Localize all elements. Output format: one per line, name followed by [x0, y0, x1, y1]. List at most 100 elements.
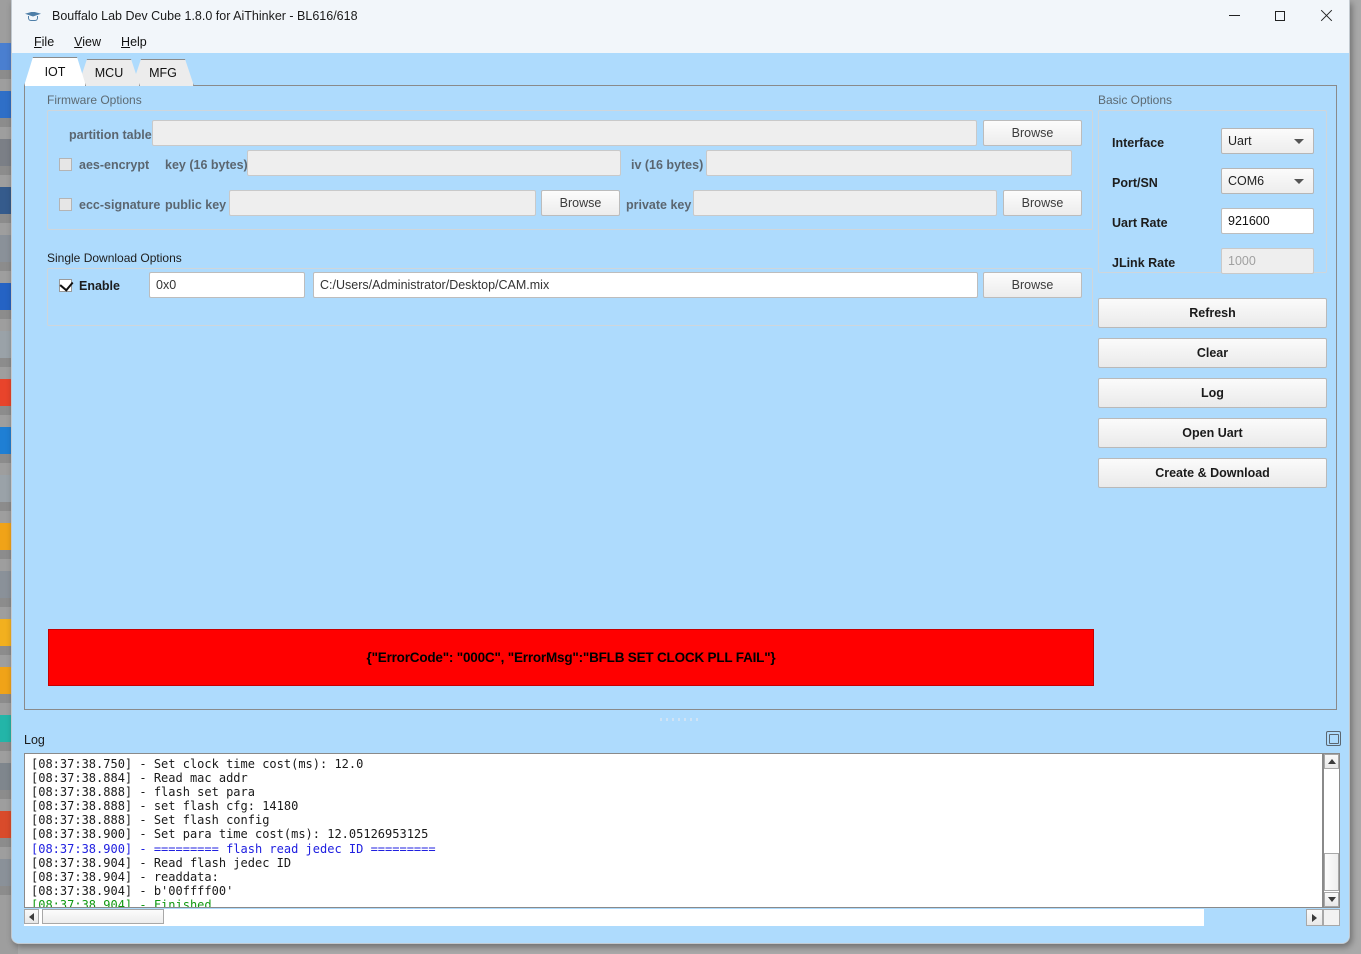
log-line-message: - Read mac addr — [132, 771, 248, 786]
public-key-browse-button[interactable]: Browse — [541, 190, 620, 216]
log-button[interactable]: Log — [1098, 378, 1327, 408]
single-download-file-input[interactable]: C:/Users/Administrator/Desktop/CAM.mix — [313, 272, 978, 298]
close-button[interactable] — [1303, 0, 1349, 31]
log-line: [08:37:38.900] - ========= flash read je… — [31, 842, 1322, 856]
log-line: [08:37:38.888] - flash set para — [31, 785, 1322, 799]
log-line-message: - Finished — [132, 897, 212, 908]
log-line-message: - Read flash jedec ID — [132, 855, 292, 870]
tab-mcu-label: MCU — [94, 66, 124, 80]
tab-mcu[interactable]: MCU — [78, 59, 140, 86]
log-line: [08:37:38.904] - Read flash jedec ID — [31, 856, 1322, 870]
private-key-label: private key — [626, 198, 692, 212]
aes-iv-label: iv (16 bytes) — [631, 158, 704, 172]
scrollbar-corner — [1323, 909, 1340, 926]
partition-table-input[interactable] — [152, 120, 977, 146]
panel-splitter[interactable] — [12, 715, 1349, 724]
single-download-options-label: Single Download Options — [47, 251, 182, 265]
aes-encrypt-checkbox[interactable] — [59, 158, 72, 171]
scroll-left-arrow-icon — [29, 912, 34, 921]
log-line: [08:37:38.904] - Finished — [31, 897, 1322, 908]
single-download-address-input[interactable]: 0x0 — [149, 272, 305, 298]
log-line: [08:37:38.884] - Read mac addr — [31, 771, 1322, 785]
graduation-cap-icon — [24, 7, 42, 25]
log-line-timestamp: [08:37:38.904] — [31, 883, 133, 898]
error-banner: {"ErrorCode": "000C", "ErrorMsg":"BFLB S… — [48, 629, 1094, 686]
log-line-timestamp: [08:37:38.750] — [31, 757, 133, 771]
log-output-text: [08:37:38.750] - Set clock time cost(ms)… — [31, 757, 1322, 908]
single-download-browse-button[interactable]: Browse — [983, 272, 1082, 298]
detach-window-icon[interactable] — [1326, 731, 1341, 746]
error-banner-text: {"ErrorCode": "000C", "ErrorMsg":"BFLB S… — [366, 650, 776, 665]
public-key-input[interactable] — [229, 190, 536, 216]
log-line-message: - ========= flash read jedec ID ========… — [132, 841, 436, 856]
uart-rate-label: Uart Rate — [1112, 216, 1168, 230]
aes-key-input[interactable] — [247, 150, 621, 176]
jlink-rate-label: JLink Rate — [1112, 256, 1176, 270]
single-download-enable-checkbox[interactable] — [59, 277, 74, 292]
log-line-timestamp: [08:37:38.888] — [31, 785, 133, 800]
log-horizontal-scrollbar[interactable] — [24, 909, 1204, 926]
title-bar[interactable]: Bouffalo Lab Dev Cube 1.8.0 for AiThinke… — [12, 0, 1349, 31]
tab-iot[interactable]: IOT — [24, 57, 86, 86]
scroll-down-button[interactable] — [1324, 892, 1339, 907]
port-sn-combo-value: COM6 — [1228, 174, 1265, 188]
uart-rate-input[interactable]: 921600 — [1221, 208, 1314, 234]
log-line-timestamp: [08:37:38.900] — [31, 841, 133, 856]
log-panel-title: Log — [24, 733, 45, 747]
aes-key-label: key (16 bytes) — [165, 158, 248, 172]
log-line: [08:37:38.904] - readdata: — [31, 870, 1322, 884]
open-uart-button[interactable]: Open Uart — [1098, 418, 1327, 448]
scroll-left-button[interactable] — [24, 909, 39, 924]
firmware-options-label: Firmware Options — [47, 93, 142, 107]
partition-table-label: partition table — [69, 128, 152, 142]
scroll-up-button[interactable] — [1324, 754, 1339, 769]
log-line-message: - set flash cfg: 14180 — [132, 799, 299, 814]
create-and-download-button[interactable]: Create & Download — [1098, 458, 1327, 488]
log-line: [08:37:38.888] - set flash cfg: 14180 — [31, 799, 1322, 813]
private-key-browse-button[interactable]: Browse — [1003, 190, 1082, 216]
log-output-area[interactable]: [08:37:38.750] - Set clock time cost(ms)… — [24, 753, 1323, 908]
log-line-message: - b'00ffff00' — [132, 883, 234, 898]
refresh-button[interactable]: Refresh — [1098, 298, 1327, 328]
horizontal-scrollbar-thumb[interactable] — [42, 909, 164, 924]
log-line-message: - flash set para — [132, 785, 255, 800]
interface-combo-value: Uart — [1228, 134, 1252, 148]
private-key-input[interactable] — [693, 190, 997, 216]
log-line: [08:37:38.750] - Set clock time cost(ms)… — [31, 757, 1322, 771]
chevron-down-icon — [1294, 179, 1304, 184]
application-window: Bouffalo Lab Dev Cube 1.8.0 for AiThinke… — [11, 0, 1350, 944]
minimize-button[interactable] — [1211, 0, 1257, 31]
clear-button[interactable]: Clear — [1098, 338, 1327, 368]
maximize-button[interactable] — [1257, 0, 1303, 31]
minimize-icon — [1228, 15, 1240, 16]
tab-iot-label: IOT — [44, 65, 66, 79]
log-line: [08:37:38.904] - b'00ffff00' — [31, 884, 1322, 898]
vertical-scrollbar-thumb[interactable] — [1324, 853, 1339, 891]
aes-iv-input[interactable] — [706, 150, 1072, 176]
splitter-grip-icon — [659, 718, 702, 721]
port-sn-combo[interactable]: COM6 — [1221, 168, 1314, 194]
menu-bar: File View Help — [12, 31, 1349, 53]
scroll-up-arrow-icon — [1327, 759, 1336, 764]
tab-mfg[interactable]: MFG — [132, 59, 194, 86]
window-body: IOT MCU MFG Firmware Options partition t… — [12, 53, 1349, 943]
menu-item-file[interactable]: File — [24, 33, 64, 51]
jlink-rate-input[interactable]: 1000 — [1221, 248, 1314, 274]
partition-table-browse-button[interactable]: Browse — [983, 120, 1082, 146]
close-icon — [1320, 10, 1332, 22]
menu-item-help[interactable]: Help — [111, 33, 157, 51]
log-vertical-scrollbar[interactable] — [1323, 753, 1340, 908]
interface-combo[interactable]: Uart — [1221, 128, 1314, 154]
menu-item-view[interactable]: View — [64, 33, 111, 51]
scroll-down-arrow-icon — [1327, 897, 1336, 902]
log-line-timestamp: [08:37:38.884] — [31, 771, 133, 786]
log-line-timestamp: [08:37:38.900] — [31, 827, 133, 842]
log-line-timestamp: [08:37:38.904] — [31, 855, 133, 870]
tab-strip: IOT MCU MFG — [24, 58, 186, 86]
log-line-timestamp: [08:37:38.888] — [31, 813, 133, 828]
log-line-message: - Set clock time cost(ms): 12.0 — [132, 757, 364, 771]
scroll-right-arrow-icon — [1312, 913, 1317, 922]
scroll-right-button[interactable] — [1306, 909, 1323, 926]
ecc-signature-checkbox[interactable] — [59, 198, 72, 211]
log-line-message: - Set para time cost(ms): 12.05126953125 — [132, 827, 429, 842]
